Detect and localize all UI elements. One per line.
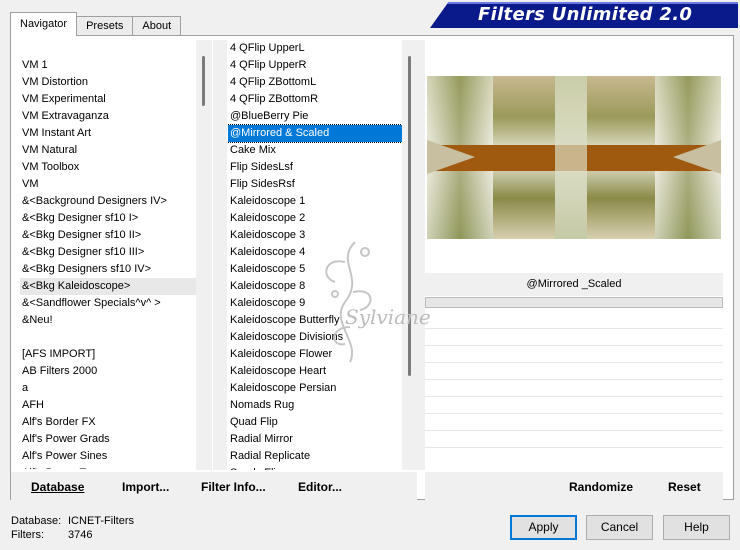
list-item[interactable]: Sandy Flip: [228, 465, 402, 470]
database-value: ICNET-Filters: [68, 515, 134, 527]
list-item[interactable]: &<Bkg Designer sf10 III>: [20, 244, 196, 261]
list-item[interactable]: Kaleidoscope 5: [228, 261, 402, 278]
filter-list[interactable]: 4 QFlip UpperL 4 QFlip UpperR 4 QFlip ZBot…: [228, 40, 402, 470]
category-list[interactable]: VM 1 VM Distortion VM Experimental VM Extra…: [20, 57, 196, 469]
category-scroll-thumb[interactable]: [202, 56, 205, 106]
list-item[interactable]: VM Instant Art: [20, 125, 196, 142]
column-divider: [418, 40, 425, 470]
filters-count-value: 3746: [68, 529, 93, 541]
tab-presets[interactable]: Presets: [76, 16, 134, 36]
list-item[interactable]: VM Experimental: [20, 91, 196, 108]
list-item[interactable]: &Neu!: [20, 312, 196, 329]
list-item[interactable]: Quad Flip: [228, 414, 402, 431]
list-item[interactable]: AB Filters 2000: [20, 363, 196, 380]
preview-image: [427, 76, 721, 239]
tab-about[interactable]: About: [132, 16, 182, 36]
reset-button[interactable]: Reset: [668, 479, 701, 495]
list-item[interactable]: VM Extravaganza: [20, 108, 196, 125]
list-item[interactable]: Kaleidoscope Flower: [228, 346, 402, 363]
list-item[interactable]: VM Distortion: [20, 74, 196, 91]
preview-frame: [425, 40, 723, 273]
list-item[interactable]: Kaleidoscope Divisions: [228, 329, 402, 346]
list-item[interactable]: 4 QFlip ZBottomR: [228, 91, 402, 108]
list-item[interactable]: Kaleidoscope Persian: [228, 380, 402, 397]
list-item[interactable]: Kaleidoscope 3: [228, 227, 402, 244]
tab-navigator[interactable]: Navigator: [10, 12, 78, 36]
app-title: Filters Unlimited 2.0: [478, 4, 693, 25]
filter-info-button[interactable]: Filter Info...: [201, 479, 266, 495]
list-item[interactable]: Kaleidoscope 4: [228, 244, 402, 261]
apply-button[interactable]: Apply: [510, 515, 577, 540]
list-item[interactable]: Radial Replicate: [228, 448, 402, 465]
list-item[interactable]: Cake Mix: [228, 142, 402, 159]
filter-scrollbar[interactable]: [402, 40, 418, 470]
list-item[interactable]: &<Bkg Designer sf10 II>: [20, 227, 196, 244]
list-item[interactable]: AFH: [20, 397, 196, 414]
database-label: Database:: [11, 515, 62, 527]
filters-count-label: Filters:: [11, 529, 44, 541]
param-row: [425, 430, 723, 431]
category-scrollbar[interactable]: [196, 40, 212, 470]
list-item[interactable]: Radial Mirror: [228, 431, 402, 448]
list-item[interactable]: Flip SidesRsf: [228, 176, 402, 193]
list-item[interactable]: VM Toolbox: [20, 159, 196, 176]
list-item[interactable]: Nomads Rug: [228, 397, 402, 414]
param-row: [425, 362, 723, 363]
list-item[interactable]: a: [20, 380, 196, 397]
randomize-button[interactable]: Randomize: [569, 479, 633, 495]
list-item[interactable]: Kaleidoscope 2: [228, 210, 402, 227]
import-button[interactable]: Import...: [122, 479, 169, 495]
editor-button[interactable]: Editor...: [298, 479, 342, 495]
list-item[interactable]: VM: [20, 176, 196, 193]
list-item[interactable]: &<Bkg Designer sf10 I>: [20, 210, 196, 227]
preview-caption: @Mirrored _Scaled: [425, 273, 723, 296]
column-divider: [213, 40, 227, 470]
list-item[interactable]: [20, 329, 196, 346]
parameter-area: [425, 310, 723, 470]
param-row: [425, 379, 723, 380]
list-item[interactable]: Alf's Border FX: [20, 414, 196, 431]
cancel-button[interactable]: Cancel: [586, 515, 653, 540]
filter-scroll-thumb[interactable]: [408, 56, 411, 376]
list-item[interactable]: [AFS IMPORT]: [20, 346, 196, 363]
list-item[interactable]: Kaleidoscope 8: [228, 278, 402, 295]
list-item[interactable]: 4 QFlip UpperR: [228, 57, 402, 74]
param-row: [425, 345, 723, 346]
list-item[interactable]: Alf's Power Toys: [20, 465, 196, 469]
list-item[interactable]: Flip SidesLsf: [228, 159, 402, 176]
list-item[interactable]: Kaleidoscope 9: [228, 295, 402, 312]
param-row: [425, 413, 723, 414]
list-item[interactable]: VM Natural: [20, 142, 196, 159]
database-button[interactable]: Database: [31, 479, 84, 495]
param-row: [425, 328, 723, 329]
list-item[interactable]: 4 QFlip UpperL: [228, 40, 402, 57]
progress-bar: [425, 297, 723, 308]
list-item[interactable]: Kaleidoscope Butterfly: [228, 312, 402, 329]
help-button[interactable]: Help: [663, 515, 730, 540]
list-item[interactable]: Kaleidoscope 1: [228, 193, 402, 210]
list-item[interactable]: &<Bkg Designers sf10 IV>: [20, 261, 196, 278]
param-row: [425, 396, 723, 397]
list-item[interactable]: Kaleidoscope Heart: [228, 363, 402, 380]
list-item[interactable]: VM 1: [20, 57, 196, 74]
list-item[interactable]: &<Background Designers IV>: [20, 193, 196, 210]
tab-bar: Navigator Presets About: [10, 12, 182, 36]
list-item[interactable]: @BlueBerry Pie: [228, 108, 402, 125]
list-item[interactable]: @Mirrored & Scaled: [228, 124, 402, 143]
list-item[interactable]: &<Bkg Kaleidoscope>: [20, 278, 196, 295]
list-item[interactable]: Alf's Power Grads: [20, 431, 196, 448]
param-row: [425, 447, 723, 448]
list-item[interactable]: 4 QFlip ZBottomL: [228, 74, 402, 91]
list-item[interactable]: &<Sandflower Specials^v^ >: [20, 295, 196, 312]
list-item[interactable]: Alf's Power Sines: [20, 448, 196, 465]
